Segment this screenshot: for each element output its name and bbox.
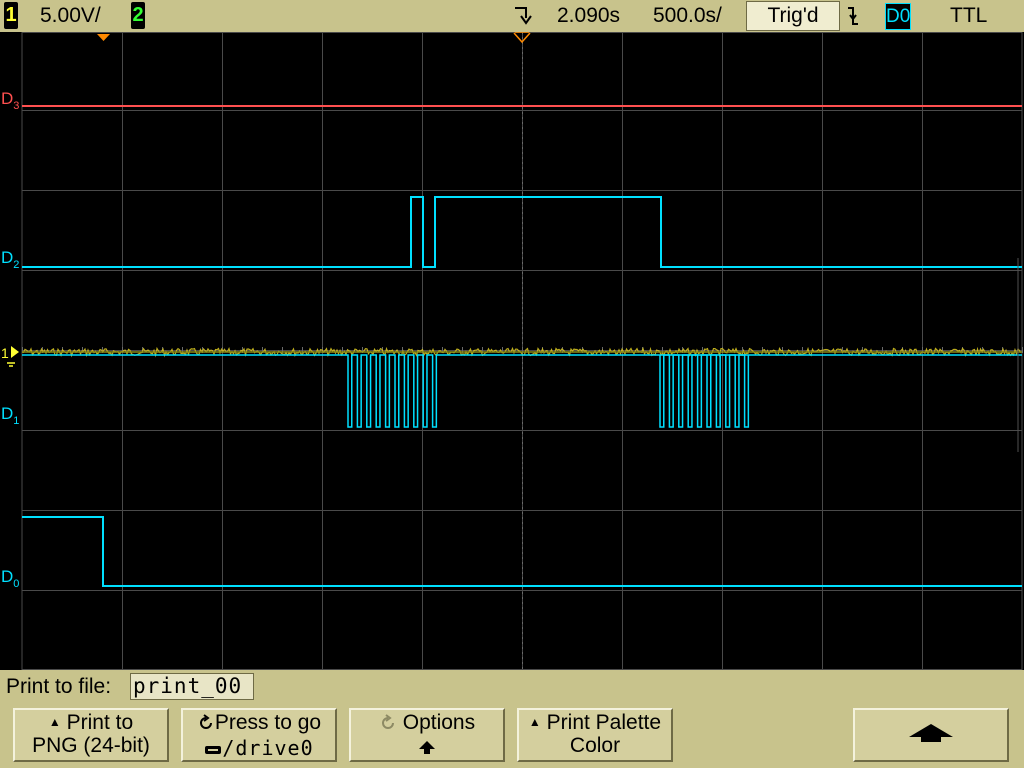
falling-edge-icon	[846, 4, 860, 35]
drive-icon	[204, 738, 222, 761]
softkey-1-line2: PNG (24-bit)	[32, 734, 150, 757]
softkey-4-line2: Color	[569, 734, 621, 757]
options-button[interactable]: Options	[349, 708, 505, 762]
channel-2-badge[interactable]: 2	[131, 2, 145, 29]
trigger-source-text: D0	[886, 6, 911, 27]
softkey-2-line1: Press to go	[183, 711, 335, 737]
d1-label: D1	[1, 404, 19, 427]
trigger-source-badge[interactable]: D0	[885, 3, 911, 30]
trigger-status: Trig'd	[746, 1, 840, 31]
d1-burst-2	[659, 354, 750, 428]
print-to-file-label: Print to file:	[6, 675, 112, 698]
delay-value[interactable]: 2.090s	[557, 3, 620, 29]
softkey-panel: Print to file: print_00 ▲ Print to PNG (…	[0, 670, 1024, 768]
softkey-1-line1: ▲ Print to	[48, 711, 134, 734]
channel-1-badge[interactable]: 1	[4, 2, 18, 29]
press-to-go-button[interactable]: Press to go /drive0	[181, 708, 337, 762]
trigger-delay-icon	[512, 4, 532, 35]
timebase-value[interactable]: 500.0s/	[653, 3, 722, 29]
status-bar: 1 5.00V/ 2 2.090s 500.0s/ Trig'd D0 TTL	[0, 0, 1024, 32]
channel-1-ground-marker: 1	[1, 345, 19, 367]
trigger-position-marker	[97, 34, 110, 41]
svg-text:1: 1	[1, 345, 9, 361]
print-to-png-button[interactable]: ▲ Print to PNG (24-bit)	[13, 708, 169, 762]
d2-label: D2	[1, 248, 19, 271]
position-markers	[97, 32, 531, 44]
softkey-4-line1: ▲ Print Palette	[528, 711, 662, 734]
d0-label: D0	[1, 567, 19, 590]
up-arrow-icon	[351, 737, 503, 760]
up-arrow-large-icon	[855, 722, 1007, 749]
print-to-file-input[interactable]: print_00	[130, 673, 254, 700]
small-up-triangle-icon: ▲	[48, 715, 61, 729]
back-up-button[interactable]	[853, 708, 1009, 762]
d3-label: D3	[1, 89, 19, 112]
softkey-3-line1: Options	[351, 711, 503, 737]
channel-1-scale[interactable]: 5.00V/	[40, 3, 101, 29]
rotate-knob-disabled-icon	[379, 714, 397, 737]
waveform-display: D3 D2 D1 D0 1	[1, 32, 1023, 670]
rotate-knob-icon	[197, 714, 215, 737]
softkey-2-line2: /drive0	[183, 737, 335, 761]
trigger-level[interactable]: TTL	[950, 3, 987, 29]
print-palette-button[interactable]: ▲ Print Palette Color	[517, 708, 673, 762]
small-up-triangle-icon: ▲	[528, 715, 541, 729]
